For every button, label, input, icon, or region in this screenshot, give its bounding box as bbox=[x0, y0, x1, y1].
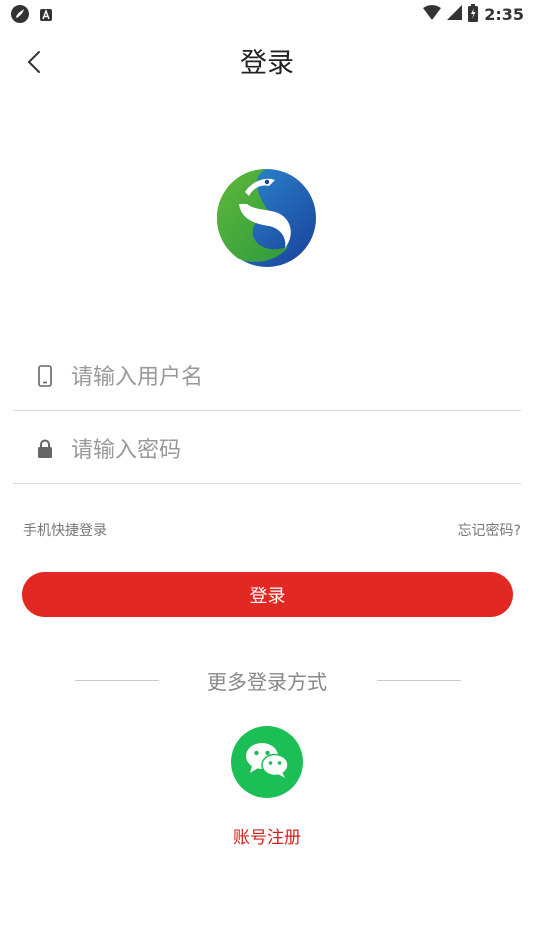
phone-icon bbox=[36, 363, 54, 389]
lock-icon bbox=[36, 436, 54, 462]
wechat-login-button[interactable] bbox=[231, 726, 303, 798]
app-logo bbox=[216, 168, 317, 268]
app-notification-icon bbox=[10, 4, 30, 28]
divider-line-right bbox=[377, 680, 461, 681]
password-row bbox=[13, 416, 521, 484]
register-link[interactable]: 账号注册 bbox=[233, 828, 301, 848]
login-screen: 2:35 登录 请输入用户名 手机快捷登录 忘记密码? 登录 更多登录方式 账号… bbox=[0, 0, 534, 950]
alt-login-divider: 更多登录方式 bbox=[0, 666, 534, 698]
wechat-icon bbox=[244, 740, 290, 784]
battery-icon bbox=[468, 4, 479, 26]
quick-login-link[interactable]: 手机快捷登录 bbox=[23, 522, 107, 540]
signal-icon bbox=[447, 5, 463, 25]
password-input[interactable] bbox=[71, 430, 501, 470]
text-notification-icon bbox=[39, 7, 53, 26]
header: 登录 bbox=[0, 38, 534, 90]
page-title: 登录 bbox=[240, 48, 294, 79]
status-time: 2:35 bbox=[484, 5, 524, 24]
username-input[interactable] bbox=[71, 357, 501, 397]
alt-login-title: 更多登录方式 bbox=[207, 670, 327, 694]
login-button[interactable]: 登录 bbox=[22, 572, 513, 617]
wifi-icon bbox=[423, 5, 442, 25]
status-bar: 2:35 bbox=[0, 0, 534, 28]
forgot-password-link[interactable]: 忘记密码? bbox=[458, 522, 521, 540]
username-row bbox=[13, 343, 521, 411]
